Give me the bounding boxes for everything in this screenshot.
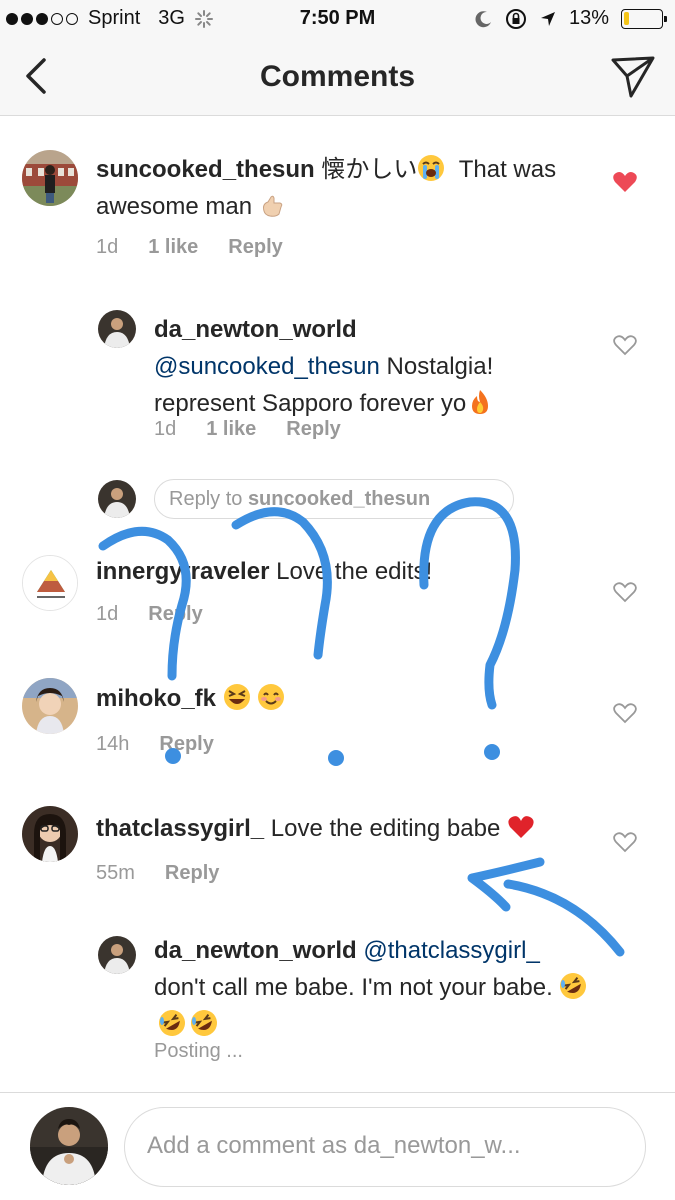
battery-percent: 13% — [568, 7, 609, 29]
reply-to-user: suncooked_thesun — [247, 488, 431, 510]
comment-username[interactable]: da_newton_world — [154, 316, 357, 343]
fire-icon — [472, 390, 489, 414]
location-arrow-icon — [540, 11, 555, 26]
heart-filled-icon[interactable] — [612, 170, 638, 194]
call-me-hand-icon — [262, 195, 283, 217]
comment-body: 懐かしい — [321, 156, 418, 183]
heart-outline-icon[interactable] — [612, 333, 638, 357]
comment-meta: 55m Reply — [96, 862, 219, 885]
heart-outline-icon[interactable] — [612, 830, 638, 854]
comment-username[interactable]: innergytraveler — [96, 558, 269, 585]
red-heart-icon — [508, 816, 534, 838]
avatar[interactable] — [98, 310, 136, 348]
question-mark-dot — [484, 744, 500, 760]
grinning-squinting-face-icon — [223, 684, 250, 710]
avatar — [98, 480, 136, 518]
rofl-icon — [560, 973, 587, 999]
comment-body: don't call me babe. I'm not your babe. — [154, 974, 553, 1001]
comment-text: suncooked_thesun 懐かしい That was awesome m… — [96, 151, 596, 225]
comment-username[interactable]: da_newton_world — [154, 937, 357, 964]
reply-button[interactable]: Reply — [159, 733, 213, 756]
heart-outline-icon[interactable] — [612, 580, 638, 604]
comment-time: 1d — [96, 603, 119, 625]
rotation-lock-icon — [505, 8, 526, 29]
comment-text: mihoko_fk — [96, 680, 596, 717]
reply-button[interactable]: Reply — [228, 236, 282, 259]
heart-outline-icon[interactable] — [612, 701, 638, 725]
like-count[interactable]: 1 like — [206, 418, 256, 441]
moon-icon — [475, 10, 491, 27]
battery-icon — [621, 8, 667, 29]
nav-bar: Comments — [0, 40, 675, 116]
comment-text: thatclassygirl_ Love the editing babe — [96, 810, 596, 847]
comment-mention[interactable]: @thatclassygirl_ — [363, 937, 539, 964]
comment-time: 1d — [96, 236, 119, 258]
reply-prefix: Reply to — [169, 488, 243, 510]
page-title: Comments — [259, 60, 416, 93]
like-count[interactable]: 1 like — [148, 236, 198, 259]
comment-meta: 1d 1 like Reply — [96, 236, 283, 259]
question-mark-dot — [328, 750, 344, 766]
reply-button[interactable]: Reply — [148, 603, 202, 626]
comment-body: Love the editing babe — [270, 815, 501, 842]
reply-button[interactable]: Reply — [286, 418, 340, 441]
posting-status: Posting ... — [154, 1040, 243, 1062]
rofl-icon — [191, 1010, 217, 1036]
comment-meta: 14h Reply — [96, 733, 214, 756]
status-bar: Sprint 3G 7:50 PM 13% — [0, 0, 675, 40]
comment-time: 14h — [96, 733, 130, 755]
reply-button[interactable]: Reply — [165, 862, 219, 885]
rofl-icon — [159, 1010, 185, 1036]
avatar[interactable] — [22, 678, 78, 734]
comment-time: 55m — [96, 862, 135, 884]
avatar[interactable] — [22, 555, 78, 611]
comment-text: da_newton_world @thatclassygirl_ don't c… — [154, 932, 594, 1043]
comment-meta: 1d Reply — [96, 603, 203, 626]
reply-input[interactable]: Reply to suncooked_thesun — [154, 479, 514, 519]
comment-username[interactable]: thatclassygirl_ — [96, 815, 264, 842]
avatar — [30, 1107, 108, 1185]
comment-time: 1d — [154, 418, 177, 440]
avatar[interactable] — [22, 806, 78, 862]
comment-text: innergytraveler Love the edits! — [96, 553, 596, 590]
smiling-face-with-smiling-eyes-icon — [258, 684, 285, 710]
comment-username[interactable]: suncooked_thesun — [96, 156, 315, 183]
comment-username[interactable]: mihoko_fk — [96, 685, 216, 712]
paper-plane-icon[interactable] — [609, 52, 657, 100]
avatar[interactable] — [98, 936, 136, 974]
add-comment-input[interactable]: Add a comment as da_newton_w... — [124, 1107, 646, 1187]
comment-mention[interactable]: @suncooked_thesun — [154, 353, 380, 380]
loudly-crying-face-icon — [418, 155, 445, 181]
question-mark-stroke — [419, 497, 520, 710]
comment-meta: 1d 1 like Reply — [154, 418, 341, 441]
comment-body: Love the edits! — [276, 558, 433, 585]
comment-text: da_newton_world @suncooked_thesun Nostal… — [154, 311, 584, 422]
avatar[interactable] — [22, 150, 78, 206]
comment-composer: Add a comment as da_newton_w... — [0, 1092, 675, 1200]
status-right: 13% — [475, 7, 667, 30]
arrow-head-stroke — [467, 857, 545, 912]
